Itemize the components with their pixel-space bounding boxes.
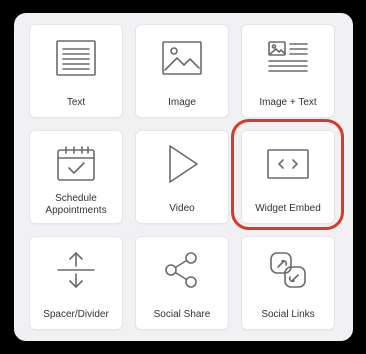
block-tile-video[interactable]: Video [136, 131, 228, 223]
link-icon [242, 247, 334, 293]
block-tile-spacer-divider[interactable]: Spacer/Divider [30, 237, 122, 329]
block-label: Image + Text [259, 97, 317, 108]
block-tile-image[interactable]: Image [136, 25, 228, 117]
text-icon [30, 35, 122, 81]
code-embed-icon [242, 141, 334, 187]
block-tile-social-share[interactable]: Social Share [136, 237, 228, 329]
block-tile-text[interactable]: Text [30, 25, 122, 117]
block-label: Image [168, 97, 196, 108]
calendar-icon [30, 141, 122, 187]
block-label: Video [169, 203, 195, 214]
block-tile-widget-embed[interactable]: Widget Embed [242, 131, 334, 223]
image-icon [136, 35, 228, 81]
block-tile-schedule-appointments[interactable]: Schedule Appointments [30, 131, 122, 223]
share-icon [136, 247, 228, 293]
block-label: Widget Embed [255, 203, 321, 214]
block-label: Text [66, 97, 86, 108]
image-text-icon [242, 35, 334, 81]
block-tile-social-links[interactable]: Social Links [242, 237, 334, 329]
block-label: Schedule Appointments [45, 193, 107, 216]
block-label: Social Links [261, 309, 315, 320]
block-tile-image-text[interactable]: Image + Text [242, 25, 334, 117]
block-label: Spacer/Divider [43, 309, 109, 320]
block-label: Social Share [153, 309, 211, 320]
play-icon [136, 141, 228, 187]
spacer-divider-icon [30, 247, 122, 293]
